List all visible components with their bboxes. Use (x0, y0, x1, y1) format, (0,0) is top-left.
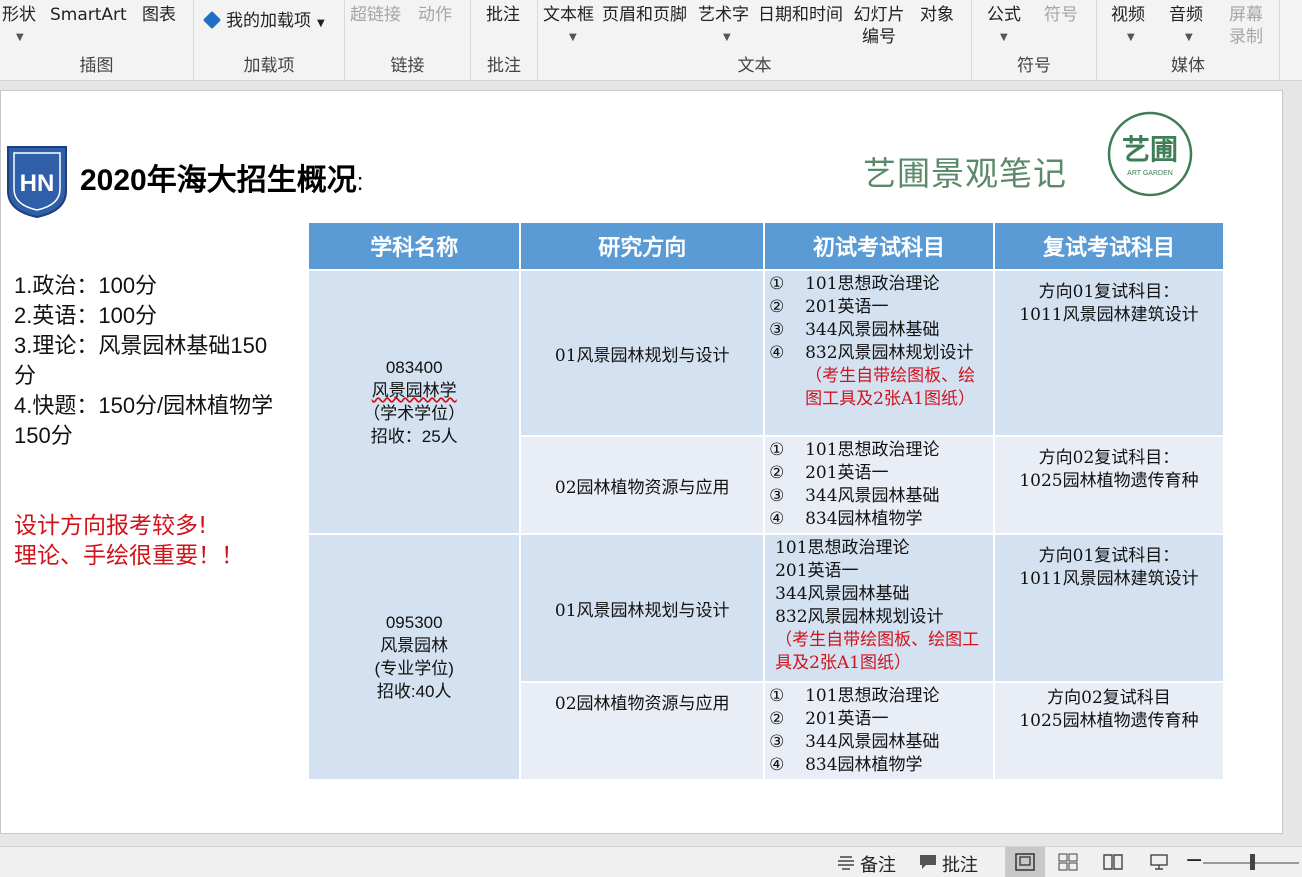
exam-cell: ① 101思想政治理论 ② 201英语一 ③ 344风景园林基础 ④ 834园林植物学 (763, 681, 995, 781)
slide-title: 2020年海大招生概况: (80, 164, 364, 197)
smartart-button[interactable]: SmartArt (50, 4, 127, 26)
ribbon: 形状 ▼ SmartArt 图表 插图 我的加载项 ▼ 加载项 超链接 动作 链接… (0, 0, 1302, 81)
group-label: 媒体 (1171, 56, 1205, 76)
subject-cell: 095300 风景园林 (专业学位) 招收:40人 (306, 533, 522, 781)
equation-button[interactable]: 公式 (987, 4, 1021, 26)
group-addins: 我的加载项 ▼ 加载项 (194, 0, 345, 80)
table-row: 095300 风景园林 (专业学位) 招收:40人 01风景园林规划与设计 10… (306, 533, 1226, 781)
notes-icon (838, 856, 854, 870)
chevron-down-icon: ▼ (1127, 32, 1135, 43)
group-label: 符号 (1017, 56, 1051, 76)
chart-button[interactable]: 图表 (142, 4, 176, 26)
reading-view-icon[interactable] (1103, 853, 1123, 871)
chevron-down-icon: ▼ (16, 32, 24, 43)
video-button[interactable]: 视频 (1111, 4, 1145, 26)
symbol-button[interactable]: 符号 (1044, 4, 1078, 26)
chevron-down-icon: ▼ (569, 32, 577, 43)
comments-button[interactable]: 批注 (942, 851, 978, 877)
header-cell: 研究方向 (519, 221, 766, 271)
comment-icon (920, 855, 936, 869)
slide-canvas[interactable]: HN 2020年海大招生概况: 艺圃景观笔记 艺圃 ART GARDEN 1.政… (0, 90, 1283, 834)
notes-button[interactable]: 备注 (860, 851, 896, 877)
audio-button[interactable]: 音频 (1169, 4, 1203, 26)
subject-cell: 083400 风景园林学 （学术学位） 招收：25人 (306, 269, 522, 535)
group-symbols: 公式 ▼ 符号 符号 (972, 0, 1097, 80)
exam-cell: ① 101思想政治理论 ② 201英语一 ③ 344风景园林基础 ④ 832风景园林规划… (763, 269, 995, 437)
comment-button[interactable]: 批注 (486, 4, 520, 26)
object-button[interactable]: 对象 (920, 4, 954, 26)
direction-cell: 02园林植物资源与应用 (519, 681, 766, 781)
my-addins-button[interactable]: 我的加载项 ▼ (202, 10, 325, 35)
exam-cell: 101思想政治理论 201英语一 344风景园林基础 832风景园林规划设计 （… (763, 533, 995, 683)
seal-text: 艺圃 (1122, 133, 1178, 166)
admissions-table: 学科名称 研究方向 初试考试科目 复试考试科目 083400 风景园林学 （学术… (306, 221, 1226, 781)
note-line: 2.英语：100分 (14, 303, 158, 328)
university-logo: HN (7, 146, 67, 219)
seal-subtext: ART GARDEN (1127, 170, 1173, 177)
date-time-button[interactable]: 日期和时间 (758, 4, 843, 26)
group-text: 文本框 ▼ 页眉和页脚 艺术字 ▼ 日期和时间 幻灯片编号 对象 文本 (538, 0, 972, 80)
table-row: 083400 风景园林学 （学术学位） 招收：25人 01风景园林规划与设计 ①… (306, 269, 1226, 535)
chevron-down-icon: ▼ (723, 32, 731, 43)
hyperlink-button[interactable]: 超链接 (350, 4, 401, 26)
header-cell: 初试考试科目 (763, 221, 995, 271)
chevron-down-icon: ▼ (1185, 32, 1193, 43)
direction-cell: 02园林植物资源与应用 (519, 435, 766, 535)
group-comments: 批注 批注 (471, 0, 538, 80)
group-media: 视频 ▼ 音频 ▼ 屏幕录制 媒体 (1097, 0, 1280, 80)
wordart-button[interactable]: 艺术字 (698, 4, 749, 26)
header-cell: 复试考试科目 (992, 221, 1226, 271)
score-notes: 1.政治：100分 2.英语：100分 3.理论：风景园林基础150分 4.快题… (14, 271, 284, 451)
direction-cell: 01风景园林规划与设计 (519, 269, 766, 437)
emphasis-line: 设计方向报考较多! (14, 513, 208, 539)
header-footer-button[interactable]: 页眉和页脚 (602, 4, 687, 26)
status-bar: 备注 批注 − (0, 846, 1302, 877)
exam-note: （考生自带绘图板、绘图工具及2张A1图纸） (775, 630, 980, 673)
emphasis-notes: 设计方向报考较多! 理论、手绘很重要！！ (14, 511, 244, 571)
exam-cell: ① 101思想政治理论 ② 201英语一 ③ 344风景园林基础 ④ 834园林植物学 (763, 435, 995, 535)
logo-text: HN (20, 170, 55, 197)
table-header-row: 学科名称 研究方向 初试考试科目 复试考试科目 (306, 221, 1226, 271)
retest-cell: 方向01复试科目： 1011风景园林建筑设计 (992, 533, 1226, 683)
retest-cell: 方向02复试科目 1025园林植物遗传育种 (992, 681, 1226, 781)
group-label: 批注 (487, 56, 521, 76)
group-illustrations: 形状 ▼ SmartArt 图表 插图 (0, 0, 194, 80)
shapes-button[interactable]: 形状 (2, 4, 36, 26)
note-line: 1.政治：100分 (14, 273, 158, 298)
art-garden-seal: 艺圃 ART GARDEN (1107, 111, 1193, 197)
group-label: 链接 (390, 56, 425, 76)
normal-view-button[interactable] (1005, 847, 1045, 877)
addin-icon (202, 10, 222, 30)
textbox-button[interactable]: 文本框 (543, 4, 594, 26)
retest-cell: 方向02复试科目： 1025园林植物遗传育种 (992, 435, 1226, 535)
note-line: 3.理论：风景园林基础150分 (14, 333, 268, 388)
direction-cell: 01风景园林规划与设计 (519, 533, 766, 683)
note-line: 4.快题：150分/园林植物学150分 (14, 393, 274, 448)
slideshow-icon[interactable] (1149, 853, 1169, 871)
chevron-down-icon: ▼ (1000, 32, 1008, 43)
retest-cell: 方向01复试科目： 1011风景园林建筑设计 (992, 269, 1226, 437)
slide-number-button[interactable]: 幻灯片编号 (852, 4, 906, 48)
group-label: 加载项 (243, 56, 295, 76)
exam-note: （考生自带绘图板、绘图工具及2张A1图纸） (805, 366, 976, 409)
screen-recording-button[interactable]: 屏幕录制 (1227, 4, 1265, 48)
group-label: 插图 (79, 56, 114, 76)
action-button[interactable]: 动作 (418, 4, 452, 26)
brand-text: 艺圃景观笔记 (863, 154, 1067, 193)
group-label: 文本 (737, 56, 772, 76)
zoom-out-button[interactable]: − (1185, 848, 1203, 873)
normal-view-icon (1015, 853, 1035, 871)
header-cell: 学科名称 (306, 221, 522, 271)
group-links: 超链接 动作 链接 (345, 0, 471, 80)
slide-sorter-icon[interactable] (1058, 853, 1078, 871)
emphasis-line: 理论、手绘很重要！！ (14, 543, 244, 569)
zoom-slider-thumb[interactable] (1250, 854, 1255, 870)
